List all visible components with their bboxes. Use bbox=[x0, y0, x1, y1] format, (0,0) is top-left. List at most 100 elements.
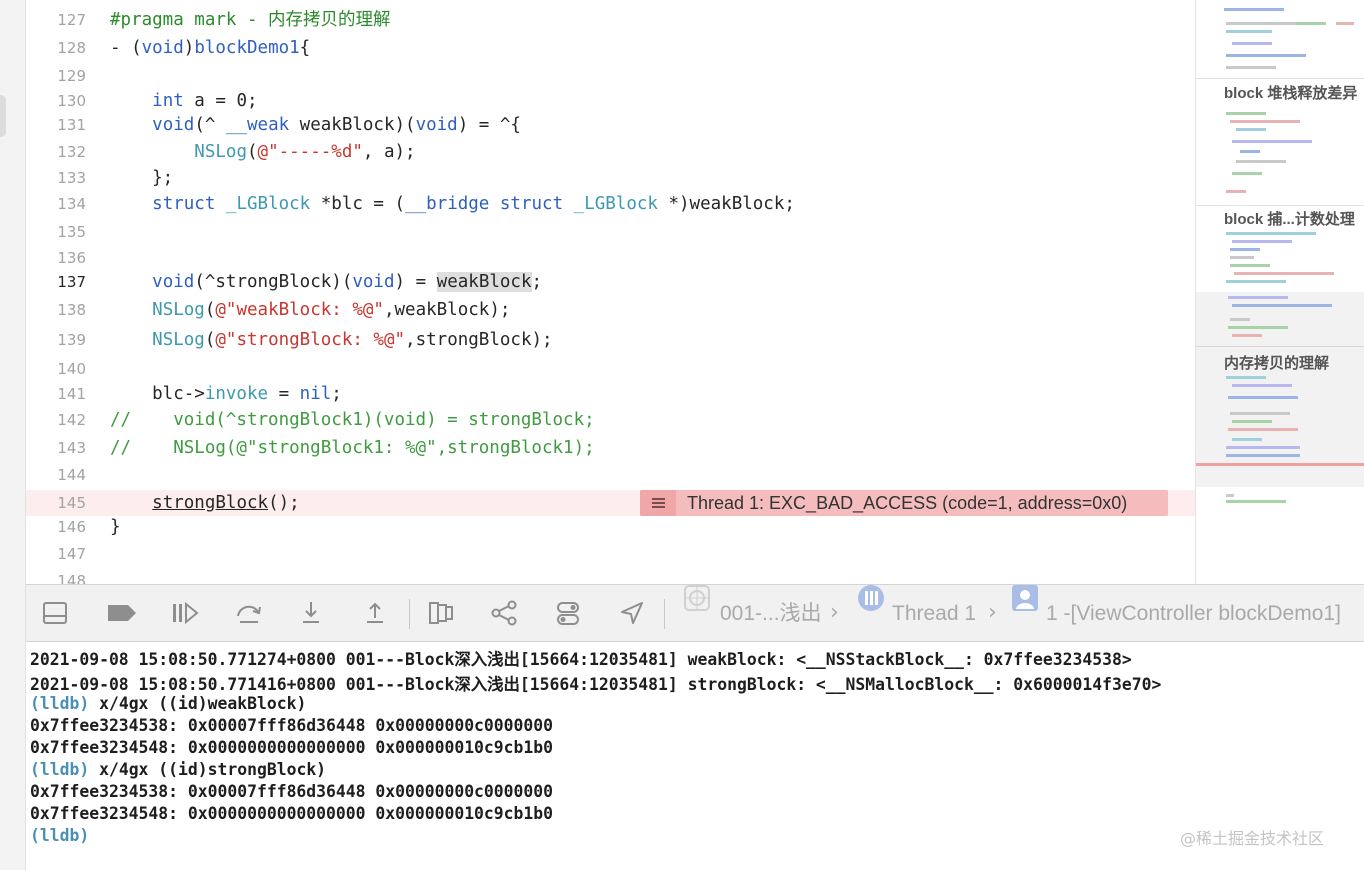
menu-icon[interactable] bbox=[640, 490, 676, 516]
code-token: *)weakBlock; bbox=[657, 194, 795, 214]
debug-console[interactable]: 2021-09-08 15:08:50.771274+0800 001---Bl… bbox=[26, 643, 1364, 870]
console-output-line: 2021-09-08 15:08:50.771416+0800 001---Bl… bbox=[30, 671, 1161, 695]
code-token: @"weakBlock: %@" bbox=[215, 300, 384, 320]
code-token: @"strongBlock: %@" bbox=[215, 330, 406, 350]
console-text: 2021-09-08 15:08:50.771416+0800 001---Bl… bbox=[30, 675, 1162, 694]
breadcrumb-thread[interactable]: Thread 1 bbox=[892, 585, 976, 641]
code-line[interactable]: 132 NSLog(@"-----%d", a); bbox=[26, 139, 1195, 165]
line-number: 137 bbox=[57, 273, 86, 291]
code-text: NSLog(@"weakBlock: %@",weakBlock); bbox=[110, 297, 510, 323]
chevron-right-icon: › bbox=[988, 600, 997, 625]
code-token: weakBlock)( bbox=[289, 115, 416, 135]
console-text: 0x7ffee3234548: 0x0000000000000000 0x000… bbox=[30, 738, 554, 757]
error-annotation[interactable]: Thread 1: EXC_BAD_ACCESS (code=1, addres… bbox=[640, 490, 1168, 516]
code-line[interactable]: 130 int a = 0; bbox=[26, 88, 1195, 114]
code-line[interactable]: 129 bbox=[26, 63, 1195, 89]
code-text: // NSLog(@"strongBlock1: %@",strongBlock… bbox=[110, 435, 595, 461]
step-out-icon[interactable] bbox=[356, 585, 396, 641]
console-output-line: 0x7ffee3234548: 0x0000000000000000 0x000… bbox=[30, 804, 553, 823]
line-number: 129 bbox=[57, 67, 86, 85]
code-line[interactable]: 148 bbox=[26, 568, 1195, 584]
code-line[interactable]: 139 NSLog(@"strongBlock: %@",strongBlock… bbox=[26, 327, 1195, 353]
code-line[interactable]: 147 bbox=[26, 541, 1195, 567]
minimap-section-title[interactable]: block 捕...计数处理 bbox=[1224, 208, 1355, 229]
breakpoints-toggle-icon[interactable] bbox=[100, 585, 140, 641]
code-token: weakBlock bbox=[436, 272, 532, 292]
minimap-section-title[interactable]: block 堆栈释放差异 bbox=[1224, 82, 1357, 103]
code-token: ( bbox=[204, 330, 216, 350]
breadcrumb-frame[interactable]: 1 -[ViewController blockDemo1] bbox=[1046, 585, 1341, 641]
code-line[interactable]: 136 bbox=[26, 245, 1195, 271]
hide-debug-area-icon[interactable] bbox=[36, 585, 76, 641]
code-token: // void(^strongBlock1)(void) = strongBlo… bbox=[110, 410, 595, 430]
minimap-viewport[interactable] bbox=[1196, 292, 1364, 487]
step-over-icon[interactable] bbox=[228, 585, 268, 641]
console-text: 0x7ffee3234538: 0x00007fff86d36448 0x000… bbox=[30, 716, 554, 735]
line-number: 133 bbox=[57, 169, 86, 187]
chevron-right-icon: › bbox=[830, 600, 839, 625]
code-token: ( bbox=[204, 300, 216, 320]
line-number: 139 bbox=[57, 331, 86, 349]
code-line[interactable]: 142 // void(^strongBlock1)(void) = strong… bbox=[26, 407, 1195, 433]
minimap-section-title[interactable]: 内存拷贝的理解 bbox=[1224, 352, 1329, 373]
code-line[interactable]: 146} bbox=[26, 514, 1195, 540]
code-token: } bbox=[110, 517, 121, 537]
continue-icon[interactable] bbox=[164, 585, 204, 641]
code-token: void bbox=[141, 38, 184, 58]
code-line[interactable]: 131 void(^ __weak weakBlock)(void) = ^{ bbox=[26, 112, 1195, 138]
code-line[interactable]: 138 NSLog(@"weakBlock: %@",weakBlock); bbox=[26, 297, 1195, 323]
code-line[interactable]: 141 blc->invoke = nil; bbox=[26, 381, 1195, 407]
code-text: blc->invoke = nil; bbox=[110, 381, 342, 407]
code-token: strongBlock bbox=[152, 493, 269, 513]
code-token: void bbox=[152, 272, 195, 292]
console-output-line: 0x7ffee3234538: 0x00007fff86d36448 0x000… bbox=[30, 716, 553, 735]
line-number: 143 bbox=[57, 439, 86, 457]
line-number: 136 bbox=[57, 249, 86, 267]
code-token: , a); bbox=[362, 142, 416, 162]
code-token: ,strongBlock); bbox=[405, 330, 553, 350]
code-line[interactable]: 127 #pragma mark - 内存拷贝的理解 bbox=[26, 7, 1195, 33]
line-number: 142 bbox=[57, 411, 86, 429]
code-text: int a = 0; bbox=[110, 88, 257, 114]
simulate-location-icon[interactable] bbox=[612, 585, 652, 641]
line-number: 132 bbox=[57, 143, 86, 161]
code-line[interactable]: 133 }; bbox=[26, 165, 1195, 191]
code-text: #pragma mark - 内存拷贝的理解 bbox=[110, 7, 391, 33]
code-line[interactable]: 137 void(^strongBlock)(void) = weakBlock… bbox=[26, 269, 1195, 295]
code-line[interactable]: 135 bbox=[26, 219, 1195, 245]
environment-overrides-icon[interactable] bbox=[548, 585, 588, 641]
code-token: (^strongBlock)( bbox=[194, 272, 353, 292]
code-line[interactable]: 144 bbox=[26, 462, 1195, 488]
code-line[interactable]: 140 bbox=[26, 356, 1195, 382]
console-command-line: (lldb) x/4gx ((id)strongBlock) bbox=[30, 760, 326, 779]
code-token: }; bbox=[110, 168, 174, 188]
code-token: (); bbox=[268, 493, 300, 513]
view-hierarchy-icon[interactable] bbox=[420, 585, 460, 641]
memory-graph-icon[interactable] bbox=[484, 585, 524, 641]
code-text: void(^ __weak weakBlock)(void) = ^{ bbox=[110, 112, 521, 138]
step-into-icon[interactable] bbox=[292, 585, 332, 641]
code-text: struct _LGBlock *blc = (__bridge struct … bbox=[110, 191, 795, 217]
console-output-line: 0x7ffee3234538: 0x00007fff86d36448 0x000… bbox=[30, 782, 553, 801]
breadcrumb-target[interactable]: 001-...浅出 bbox=[720, 585, 822, 641]
code-token: blockDemo1 bbox=[194, 38, 300, 58]
lldb-prompt: (lldb) bbox=[30, 760, 90, 779]
code-line[interactable]: 143 // NSLog(@"strongBlock1: %@",strongBl… bbox=[26, 435, 1195, 461]
line-number: 138 bbox=[57, 301, 86, 319]
line-number: 141 bbox=[57, 385, 86, 403]
code-token: = bbox=[268, 384, 300, 404]
code-line[interactable]: 128 - (void)blockDemo1{ bbox=[26, 35, 1195, 61]
console-output-line: 2021-09-08 15:08:50.771274+0800 001---Bl… bbox=[30, 646, 1132, 670]
code-line[interactable]: 134 struct _LGBlock *blc = (__bridge str… bbox=[26, 191, 1195, 217]
code-token: _LGBlock bbox=[225, 194, 311, 214]
code-text: // void(^strongBlock1)(void) = strongBlo… bbox=[110, 407, 595, 433]
gutter-tab[interactable] bbox=[0, 95, 6, 137]
console-output-line: 0x7ffee3234548: 0x0000000000000000 0x000… bbox=[30, 738, 553, 757]
minimap[interactable]: block 堆栈释放差异 block 捕...计数处理 内存拷贝的理解 bbox=[1195, 0, 1364, 584]
